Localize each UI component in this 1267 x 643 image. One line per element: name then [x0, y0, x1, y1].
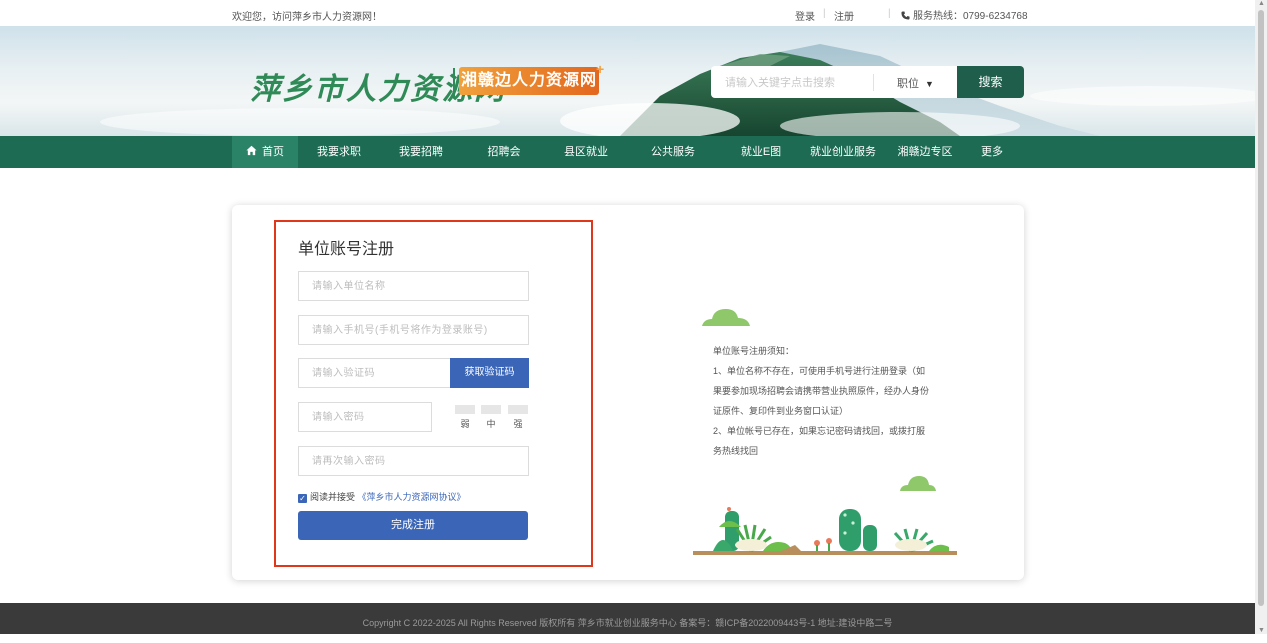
main-nav: 首页 我要求职 我要招聘 招聘会 县区就业 公共服务 就业E图 就业创业服务 湘…: [0, 136, 1255, 168]
cloud-icon: [702, 309, 750, 326]
nav-label: 首页: [262, 146, 284, 158]
phone-field: [298, 315, 529, 345]
search-input[interactable]: [723, 66, 867, 100]
phone-input[interactable]: [299, 316, 528, 344]
plus-icon: +: [596, 61, 605, 77]
strength-label: 中: [486, 419, 496, 429]
notes-line: 证原件、复印件到业务窗口认证）: [713, 406, 849, 416]
hotline: 服务热线：0799-6234768: [901, 7, 1028, 22]
company-name-field: [298, 271, 529, 301]
get-code-button[interactable]: 获取验证码: [450, 358, 529, 388]
notes-line: 务热线找回: [713, 446, 759, 456]
register-link[interactable]: 注册: [834, 8, 854, 23]
form-title: 单位账号注册: [298, 241, 395, 258]
nav-item-public-service[interactable]: 公共服务: [640, 136, 706, 168]
search-button[interactable]: 搜索: [957, 66, 1024, 98]
strength-bar: [508, 405, 528, 414]
page-scrollbar[interactable]: ▲ ▼: [1255, 0, 1267, 634]
strength-medium: 中: [481, 405, 501, 430]
phone-icon: [901, 11, 910, 20]
verify-code-field: [298, 358, 451, 388]
company-name-input[interactable]: [299, 272, 528, 300]
strength-weak: 弱: [455, 405, 475, 430]
notes-line: 果要参加现场招聘会请携带营业执照原件，经办人身份: [713, 386, 930, 396]
scroll-down-icon[interactable]: ▼: [1258, 627, 1265, 634]
nav-item-xianggan-zone[interactable]: 湘赣边专区: [890, 136, 960, 168]
nav-item-home[interactable]: 首页: [232, 136, 298, 168]
caret-down-icon: ▼: [925, 79, 934, 89]
nav-item-entrepreneurship[interactable]: 就业创业服务: [805, 136, 881, 168]
nav-item-job-seek[interactable]: 我要求职: [306, 136, 372, 168]
header-banner: 萍乡市人力资源网 湘赣边人力资源网 + 职位▼ 搜索: [0, 26, 1255, 136]
confirm-password-field: [298, 446, 529, 476]
notes-line: 2、单位帐号已存在，如果忘记密码请找回，或拨打服: [713, 426, 926, 436]
scrollbar-thumb[interactable]: [1258, 10, 1264, 606]
cloud-icon: [900, 476, 936, 491]
footer: Copyright C 2022-2025 All Rights Reserve…: [0, 603, 1255, 634]
agree-text: 阅读并接受: [310, 492, 356, 502]
strength-label: 弱: [460, 419, 470, 429]
agreement-row: ✓ 阅读并接受 《萍乡市人力资源网协议》: [298, 490, 466, 503]
registration-notes: 单位账号注册须知： 1、单位名称不存在，可使用手机号进行注册登录（如 果要参加现…: [713, 341, 945, 461]
notes-heading: 单位账号注册须知：: [713, 346, 795, 356]
mountain-scenery: [100, 44, 1255, 136]
strength-bar: [455, 405, 475, 414]
logo-divider: [453, 68, 455, 98]
home-icon: [246, 145, 257, 156]
divider: [873, 74, 874, 91]
password-field: [298, 402, 432, 432]
notes-line: 1、单位名称不存在，可使用手机号进行注册登录（如: [713, 366, 926, 376]
search-category-label: 职位: [897, 78, 919, 90]
password-input[interactable]: [299, 403, 431, 431]
welcome-text: 欢迎您，访问萍乡市人力资源网！: [232, 12, 382, 23]
submit-button[interactable]: 完成注册: [298, 511, 528, 540]
divider: |: [888, 8, 891, 19]
search-category-dropdown[interactable]: 职位 ▼: [897, 75, 934, 91]
nav-item-employment-map[interactable]: 就业E图: [728, 136, 794, 168]
divider: |: [823, 8, 826, 19]
agreement-link[interactable]: 《萍乡市人力资源网协议》: [358, 492, 466, 502]
strength-strong: 强: [508, 405, 528, 430]
confirm-password-input[interactable]: [299, 447, 528, 475]
search-box: 职位 ▼: [711, 66, 957, 100]
login-link[interactable]: 登录: [795, 8, 815, 23]
nav-item-job-fair[interactable]: 招聘会: [471, 136, 537, 168]
plant-illustration: [693, 507, 957, 555]
nav-item-recruit[interactable]: 我要招聘: [388, 136, 454, 168]
partner-logo-badge[interactable]: 湘赣边人力资源网: [459, 67, 599, 95]
top-bar: 欢迎您，访问萍乡市人力资源网！ 登录 | 注册 | 服务热线：0799-6234…: [0, 0, 1255, 26]
verify-code-input[interactable]: [299, 359, 450, 387]
checkbox-checked-icon[interactable]: ✓: [298, 494, 307, 503]
copyright-text: Copyright C 2022-2025 All Rights Reserve…: [362, 618, 893, 628]
strength-bar: [481, 405, 501, 414]
strength-label: 强: [513, 419, 523, 429]
nav-item-more[interactable]: 更多: [970, 136, 1014, 168]
nav-item-county-employment[interactable]: 县区就业: [553, 136, 619, 168]
hotline-text: 服务热线：0799-6234768: [913, 11, 1028, 22]
scroll-up-icon[interactable]: ▲: [1258, 0, 1265, 7]
